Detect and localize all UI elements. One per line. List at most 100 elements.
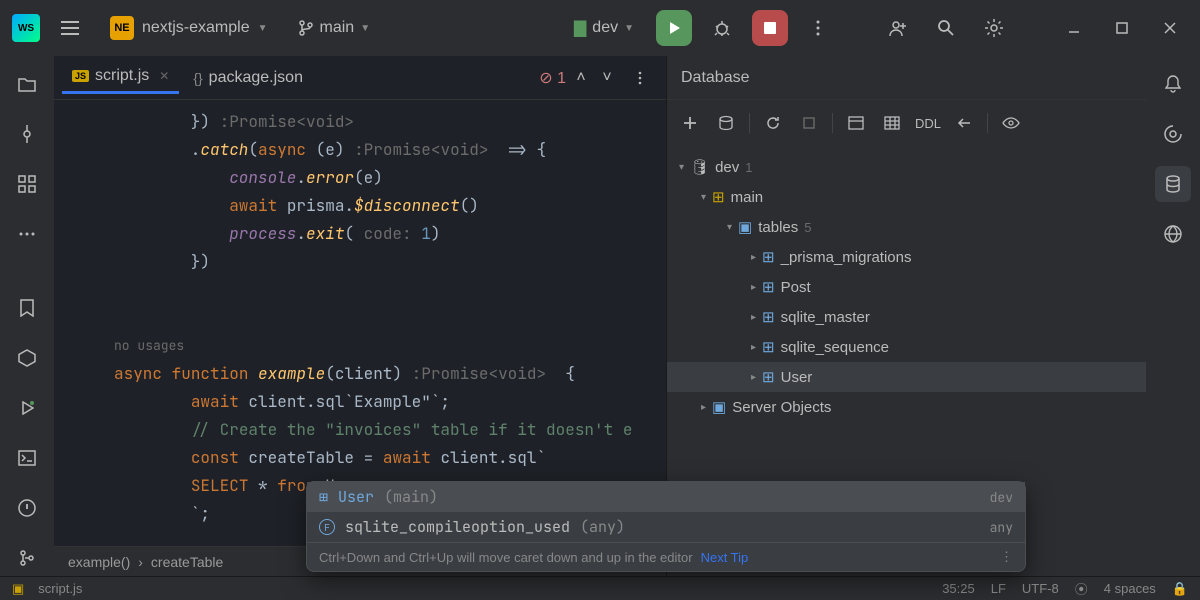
completion-item[interactable]: ⊞ User (main) dev <box>307 482 1025 512</box>
database-tool-button[interactable] <box>1155 166 1191 202</box>
tree-schema[interactable]: ▾ ⊞ main <box>667 182 1146 212</box>
jump-to-console-button[interactable] <box>843 110 869 136</box>
project-tool-button[interactable] <box>9 66 45 102</box>
chevron-down-icon: ▼ <box>360 23 370 34</box>
web-tool-button[interactable] <box>1155 216 1191 252</box>
table-icon: ⊞ <box>762 248 775 266</box>
json-file-icon: {} <box>193 70 202 86</box>
code-editor[interactable]: }) :Promise<void> .catch(async (e) :Prom… <box>54 100 666 546</box>
tab-package-json[interactable]: {} package.json <box>183 63 313 93</box>
table-icon: ⊞ <box>762 368 775 386</box>
datasource-properties-button[interactable] <box>713 110 739 136</box>
ide-logo: WS <box>12 14 40 42</box>
vcs-tool-button[interactable] <box>9 540 45 576</box>
bookmarks-tool-button[interactable] <box>9 290 45 326</box>
tab-label: package.json <box>209 69 303 87</box>
tab-label: script.js <box>95 67 149 85</box>
build-tool-button[interactable] <box>9 340 45 376</box>
tree-table-selected[interactable]: ▸⊞User <box>667 362 1146 392</box>
function-icon: F <box>319 519 335 535</box>
folder-icon: ▣ <box>738 218 752 236</box>
completion-item[interactable]: F sqlite_compileoption_used(any) any <box>307 512 1025 542</box>
next-highlight-button[interactable]: ˅ <box>596 67 618 89</box>
tree-table[interactable]: ▸⊞sqlite_master <box>667 302 1146 332</box>
chevron-right-icon: ▸ <box>751 282 756 293</box>
main-menu-button[interactable] <box>52 10 88 46</box>
chevron-right-icon: › <box>138 554 143 570</box>
next-tip-link[interactable]: Next Tip <box>701 550 749 565</box>
tree-table[interactable]: ▸⊞sqlite_sequence <box>667 332 1146 362</box>
chevron-right-icon: ▸ <box>751 372 756 383</box>
notifications-tool-button[interactable] <box>1155 66 1191 102</box>
tree-tables-folder[interactable]: ▾ ▣ tables 5 <box>667 212 1146 242</box>
run-config-name: dev <box>592 19 618 37</box>
stop-db-button[interactable] <box>796 110 822 136</box>
error-indicator[interactable]: ⊘ 1 <box>539 68 566 88</box>
code-with-me-button[interactable] <box>880 10 916 46</box>
tab-script-js[interactable]: JS script.js ✕ <box>62 61 179 94</box>
completion-more-icon[interactable]: ⋮ <box>1000 549 1013 565</box>
git-branch-selector[interactable]: main ▼ <box>290 15 379 41</box>
tree-datasource[interactable]: ▾ 🛢 dev 1 <box>667 152 1146 182</box>
terminal-tool-button[interactable] <box>9 440 45 476</box>
breadcrumb-item[interactable]: example() <box>68 554 130 570</box>
run-button[interactable] <box>656 10 692 46</box>
project-name: nextjs-example <box>142 19 250 37</box>
project-selector[interactable]: NE nextjs-example ▼ <box>100 12 278 44</box>
breadcrumb-item[interactable]: createTable <box>151 554 223 570</box>
add-datasource-button[interactable] <box>677 110 703 136</box>
chevron-down-icon: ▾ <box>679 162 684 173</box>
refresh-button[interactable] <box>760 110 786 136</box>
database-panel-title: Database <box>667 56 1146 100</box>
ai-tool-button[interactable] <box>1155 116 1191 152</box>
commit-tool-button[interactable] <box>9 116 45 152</box>
stop-button[interactable] <box>752 10 788 46</box>
chevron-right-icon: ▸ <box>751 342 756 353</box>
code-completion-popup[interactable]: ⊞ User (main) dev F sqlite_compileoption… <box>306 481 1026 572</box>
more-tools-button[interactable] <box>9 216 45 252</box>
preview-button[interactable] <box>998 110 1024 136</box>
maximize-window-button[interactable] <box>1104 10 1140 46</box>
folder-icon: ▣ <box>712 398 726 416</box>
js-file-icon: JS <box>72 70 89 82</box>
minimize-window-button[interactable] <box>1056 10 1092 46</box>
navigate-button[interactable] <box>951 110 977 136</box>
chevron-down-icon: ▼ <box>258 23 268 34</box>
more-actions-button[interactable] <box>800 10 836 46</box>
prev-highlight-button[interactable]: ˄ <box>570 67 592 89</box>
status-line-ending[interactable]: LF <box>991 581 1006 596</box>
debug-button[interactable] <box>704 10 740 46</box>
tab-more-button[interactable] <box>622 60 658 96</box>
branch-name: main <box>320 19 355 37</box>
status-lock-icon[interactable]: 🔒 <box>1172 581 1188 597</box>
run-configuration-selector[interactable]: ▇ dev ▼ <box>564 14 644 42</box>
table-icon: ⊞ <box>762 338 775 356</box>
status-file[interactable]: script.js <box>38 581 82 596</box>
close-tab-icon[interactable]: ✕ <box>159 69 169 83</box>
table-icon: ⊞ <box>319 487 328 507</box>
status-caret-pos[interactable]: 35:25 <box>942 581 975 596</box>
chevron-right-icon: ▸ <box>751 312 756 323</box>
table-icon: ⊞ <box>762 308 775 326</box>
tree-server-objects[interactable]: ▸ ▣ Server Objects <box>667 392 1146 422</box>
status-reader-mode-icon[interactable]: ⦿ <box>1075 579 1088 598</box>
ddl-button[interactable]: DDL <box>915 116 941 131</box>
data-grid-button[interactable] <box>879 110 905 136</box>
chevron-down-icon: ▾ <box>727 222 732 233</box>
status-indent[interactable]: 4 spaces <box>1104 581 1156 596</box>
schema-icon: ⊞ <box>712 188 725 206</box>
close-window-button[interactable] <box>1152 10 1188 46</box>
tree-table[interactable]: ▸⊞Post <box>667 272 1146 302</box>
run-tool-button[interactable] <box>9 390 45 426</box>
search-everywhere-button[interactable] <box>928 10 964 46</box>
chevron-right-icon: ▸ <box>751 252 756 263</box>
status-file-icon: ▣ <box>12 581 24 597</box>
table-icon: ⊞ <box>762 278 775 296</box>
status-encoding[interactable]: UTF-8 <box>1022 581 1059 596</box>
completion-hint: Ctrl+Down and Ctrl+Up will move caret do… <box>307 542 1025 571</box>
chevron-down-icon: ▾ <box>701 192 706 203</box>
settings-button[interactable] <box>976 10 1012 46</box>
problems-tool-button[interactable] <box>9 490 45 526</box>
structure-tool-button[interactable] <box>9 166 45 202</box>
tree-table[interactable]: ▸⊞_prisma_migrations <box>667 242 1146 272</box>
